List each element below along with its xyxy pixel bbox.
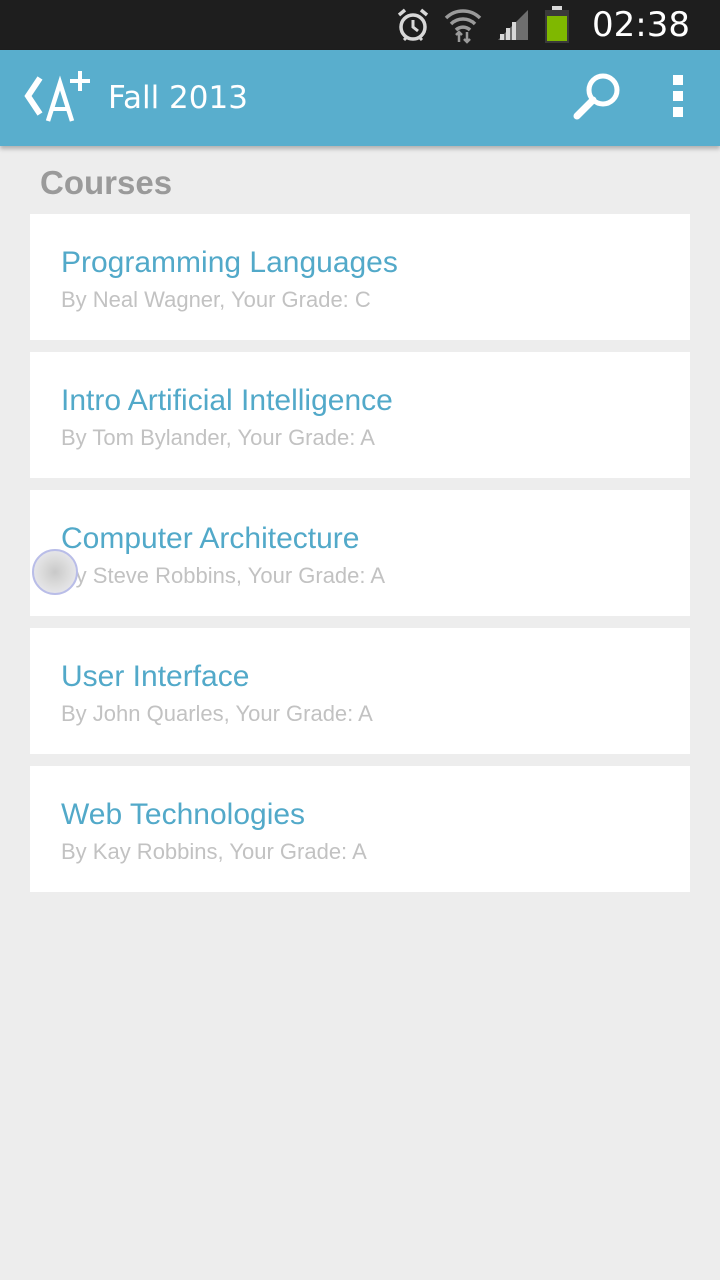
- course-subtitle: By Steve Robbins, Your Grade: A: [61, 563, 386, 588]
- action-bar: Fall 2013: [0, 50, 720, 146]
- course-card[interactable]: Intro Artificial Intelligence By Tom Byl…: [30, 352, 690, 478]
- course-card[interactable]: Web Technologies By Kay Robbins, Your Gr…: [30, 766, 690, 892]
- overflow-menu-icon: [671, 74, 685, 122]
- chevron-left-icon: [22, 74, 44, 122]
- action-bar-title: Fall 2013: [108, 80, 248, 116]
- course-title: Intro Artificial Intelligence: [61, 384, 393, 417]
- section-heading-courses: Courses: [40, 164, 173, 201]
- course-subtitle: By Kay Robbins, Your Grade: A: [61, 839, 367, 864]
- wifi-icon: [444, 6, 482, 44]
- alarm-clock-icon: [396, 7, 430, 43]
- course-title: Programming Languages: [61, 246, 398, 279]
- signal-icon: [496, 8, 530, 42]
- battery-icon: [544, 6, 570, 44]
- course-title: Web Technologies: [61, 798, 306, 831]
- course-card[interactable]: User Interface By John Quarles, Your Gra…: [30, 628, 690, 754]
- course-title: Computer Architecture: [61, 522, 360, 555]
- search-button[interactable]: [558, 50, 638, 146]
- overflow-menu-button[interactable]: [638, 50, 718, 146]
- status-bar: 02:38: [0, 0, 720, 50]
- a-plus-logo-icon: [44, 69, 92, 127]
- status-icons: 02:38: [396, 0, 690, 50]
- course-card[interactable]: Programming Languages By Neal Wagner, Yo…: [30, 214, 690, 340]
- course-card[interactable]: Computer Architecture By Steve Robbins, …: [30, 490, 690, 616]
- course-title: User Interface: [61, 660, 250, 693]
- course-subtitle: By John Quarles, Your Grade: A: [61, 701, 373, 726]
- search-icon: [572, 71, 624, 125]
- course-subtitle: By Tom Bylander, Your Grade: A: [61, 425, 375, 450]
- status-clock: 02:38: [592, 5, 690, 45]
- course-subtitle: By Neal Wagner, Your Grade: C: [61, 287, 371, 312]
- up-navigation-button[interactable]: [0, 50, 92, 146]
- course-list: Programming Languages By Neal Wagner, Yo…: [30, 214, 690, 904]
